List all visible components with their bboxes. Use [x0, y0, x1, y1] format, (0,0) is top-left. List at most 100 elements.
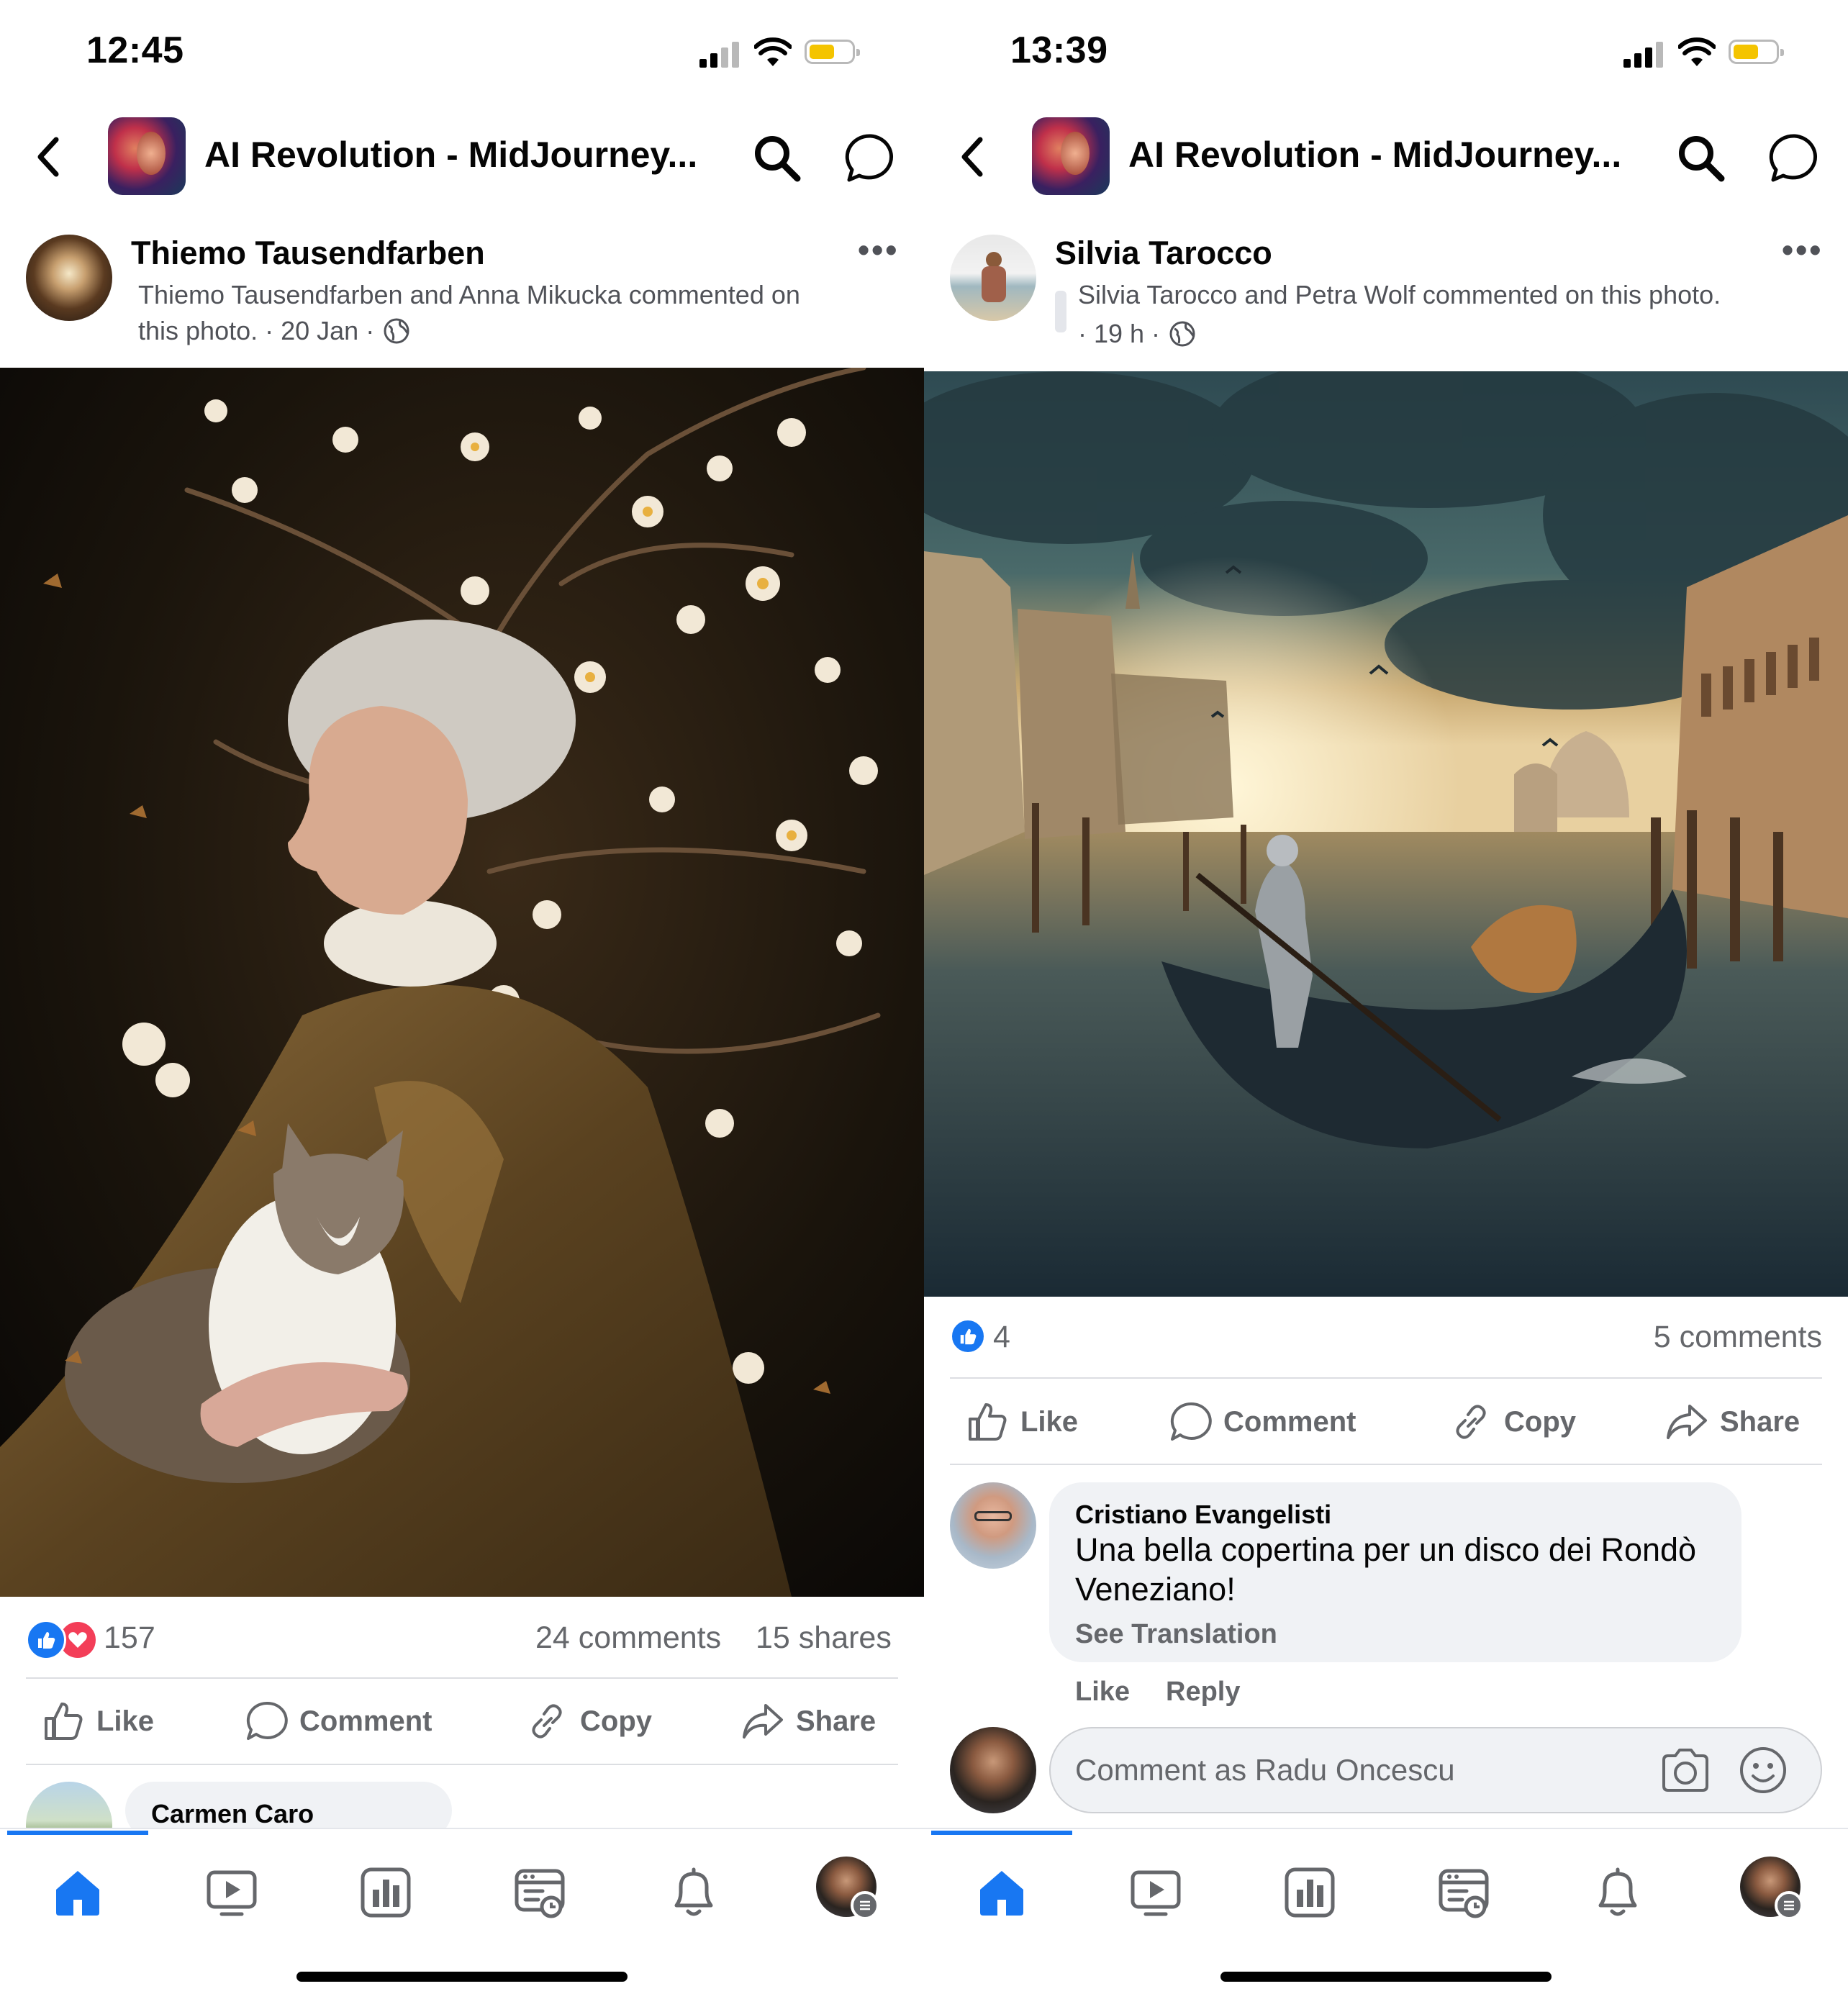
- insights-icon[interactable]: [358, 1865, 413, 1920]
- more-options-icon[interactable]: •••: [858, 230, 899, 269]
- active-tab-indicator: [931, 1831, 1072, 1835]
- comments-count[interactable]: 24 comments: [535, 1620, 721, 1656]
- commenter-avatar[interactable]: [950, 1482, 1036, 1569]
- messenger-icon[interactable]: [1769, 132, 1821, 184]
- comment-text-line2: Veneziano!: [1075, 1571, 1236, 1608]
- shares-count[interactable]: 15 shares: [756, 1620, 892, 1656]
- author-avatar[interactable]: [26, 235, 112, 321]
- globe-icon: [384, 318, 409, 344]
- author-name[interactable]: Thiemo Tausendfarben: [131, 235, 485, 272]
- comment-author[interactable]: Carmen Caro: [151, 1799, 314, 1829]
- feeds-icon[interactable]: [512, 1865, 567, 1920]
- feeds-icon[interactable]: [1436, 1865, 1491, 1920]
- battery-icon: [805, 40, 860, 64]
- link-icon: [1456, 1405, 1486, 1439]
- cellular-signal-icon: [1623, 42, 1667, 68]
- comment-button[interactable]: Comment: [245, 1700, 432, 1743]
- author-name[interactable]: Silvia Tarocco: [1055, 235, 1272, 272]
- post-meta-line2: this photo. · 20 Jan ·: [138, 316, 375, 345]
- copy-button[interactable]: Copy: [1449, 1400, 1576, 1443]
- reaction-count[interactable]: 157: [104, 1620, 155, 1656]
- more-options-icon[interactable]: •••: [1782, 230, 1823, 269]
- comment-author[interactable]: Cristiano Evangelisti: [1075, 1500, 1331, 1530]
- author-avatar[interactable]: [950, 235, 1036, 321]
- comment-button[interactable]: Comment: [1169, 1400, 1356, 1443]
- copy-button[interactable]: Copy: [525, 1700, 652, 1743]
- divider: [26, 1764, 898, 1765]
- wifi-icon: [754, 37, 792, 66]
- post-meta-line1: Thiemo Tausendfarben and Anna Mikucka co…: [138, 280, 800, 309]
- quote-bar: [1055, 291, 1066, 332]
- active-tab-indicator: [7, 1831, 148, 1835]
- see-translation-link[interactable]: See Translation: [1075, 1619, 1277, 1650]
- bell-icon[interactable]: [666, 1865, 721, 1920]
- tab-bar: [0, 1828, 924, 1916]
- home-icon[interactable]: [50, 1865, 105, 1920]
- group-avatar[interactable]: [1032, 117, 1110, 195]
- post-image[interactable]: [0, 368, 924, 1597]
- copy-label: Copy: [580, 1705, 652, 1737]
- search-icon[interactable]: [1677, 134, 1726, 183]
- link-icon: [532, 1704, 562, 1739]
- comment-bubble-icon: [1170, 1402, 1212, 1441]
- comment-text-line1: Una bella copertina per un disco dei Ron…: [1075, 1531, 1697, 1568]
- post-meta: Silvia Tarocco and Petra Wolf commented …: [1078, 277, 1826, 352]
- like-button[interactable]: Like: [42, 1700, 154, 1743]
- emoji-icon[interactable]: [1737, 1744, 1789, 1796]
- current-user-avatar[interactable]: [950, 1727, 1036, 1813]
- back-arrow-icon[interactable]: [35, 137, 63, 177]
- left-screen: 12:45 AI Revolution - MidJourney... Thie…: [0, 0, 924, 1999]
- group-avatar[interactable]: [108, 117, 186, 195]
- home-icon[interactable]: [974, 1865, 1029, 1920]
- share-arrow-icon: [1667, 1405, 1707, 1439]
- insights-icon[interactable]: [1282, 1865, 1337, 1920]
- comment-bubble-icon: [246, 1701, 288, 1740]
- status-time: 13:39: [1010, 30, 1108, 71]
- thumbs-up-icon: [969, 1403, 1007, 1441]
- reaction-count[interactable]: 4: [993, 1320, 1010, 1355]
- comment-text: Una bella copertina per un disco dei Ron…: [1075, 1530, 1723, 1609]
- wifi-icon: [1678, 37, 1716, 66]
- share-arrow-icon: [743, 1704, 783, 1739]
- share-button[interactable]: Share: [741, 1700, 876, 1743]
- video-icon[interactable]: [204, 1865, 259, 1920]
- share-label: Share: [1720, 1405, 1801, 1438]
- like-label: Like: [1020, 1405, 1079, 1438]
- home-indicator: [296, 1972, 628, 1982]
- comments-count[interactable]: 5 comments: [1644, 1320, 1822, 1355]
- back-arrow-icon[interactable]: [959, 137, 987, 177]
- comment-reply-link[interactable]: Reply: [1166, 1677, 1240, 1708]
- post-image[interactable]: [924, 371, 1848, 1297]
- home-indicator: [1220, 1972, 1552, 1982]
- share-label: Share: [796, 1705, 877, 1737]
- menu-icon: [1775, 1891, 1803, 1920]
- camera-icon[interactable]: [1659, 1746, 1711, 1795]
- battery-icon: [1729, 40, 1784, 64]
- like-label: Like: [96, 1705, 155, 1737]
- divider: [950, 1464, 1822, 1465]
- post-meta: Thiemo Tausendfarben and Anna Mikucka co…: [138, 277, 858, 349]
- comment-label: Comment: [299, 1705, 432, 1737]
- divider: [950, 1377, 1822, 1379]
- divider: [26, 1677, 898, 1679]
- search-icon[interactable]: [753, 134, 802, 183]
- group-title[interactable]: AI Revolution - MidJourney...: [204, 134, 708, 176]
- messenger-icon[interactable]: [845, 132, 897, 184]
- menu-icon: [851, 1891, 879, 1920]
- right-screen: 13:39 AI Revolution - MidJourney... Silv…: [924, 0, 1848, 1999]
- post-meta-line2: · 19 h ·: [1078, 319, 1161, 348]
- status-time: 12:45: [86, 30, 184, 71]
- reaction-icons[interactable]: [26, 1620, 98, 1660]
- cellular-signal-icon: [699, 42, 743, 68]
- share-button[interactable]: Share: [1665, 1400, 1800, 1443]
- like-reaction-icon[interactable]: [950, 1318, 986, 1354]
- bell-icon[interactable]: [1590, 1865, 1645, 1920]
- copy-label: Copy: [1504, 1405, 1576, 1438]
- video-icon[interactable]: [1128, 1865, 1183, 1920]
- tab-bar: [924, 1828, 1848, 1916]
- thumbs-up-icon: [45, 1703, 83, 1740]
- comment-input-placeholder: Comment as Radu Oncescu: [1075, 1753, 1455, 1787]
- group-title[interactable]: AI Revolution - MidJourney...: [1128, 134, 1632, 176]
- comment-like-link[interactable]: Like: [1075, 1677, 1130, 1708]
- like-button[interactable]: Like: [966, 1400, 1078, 1443]
